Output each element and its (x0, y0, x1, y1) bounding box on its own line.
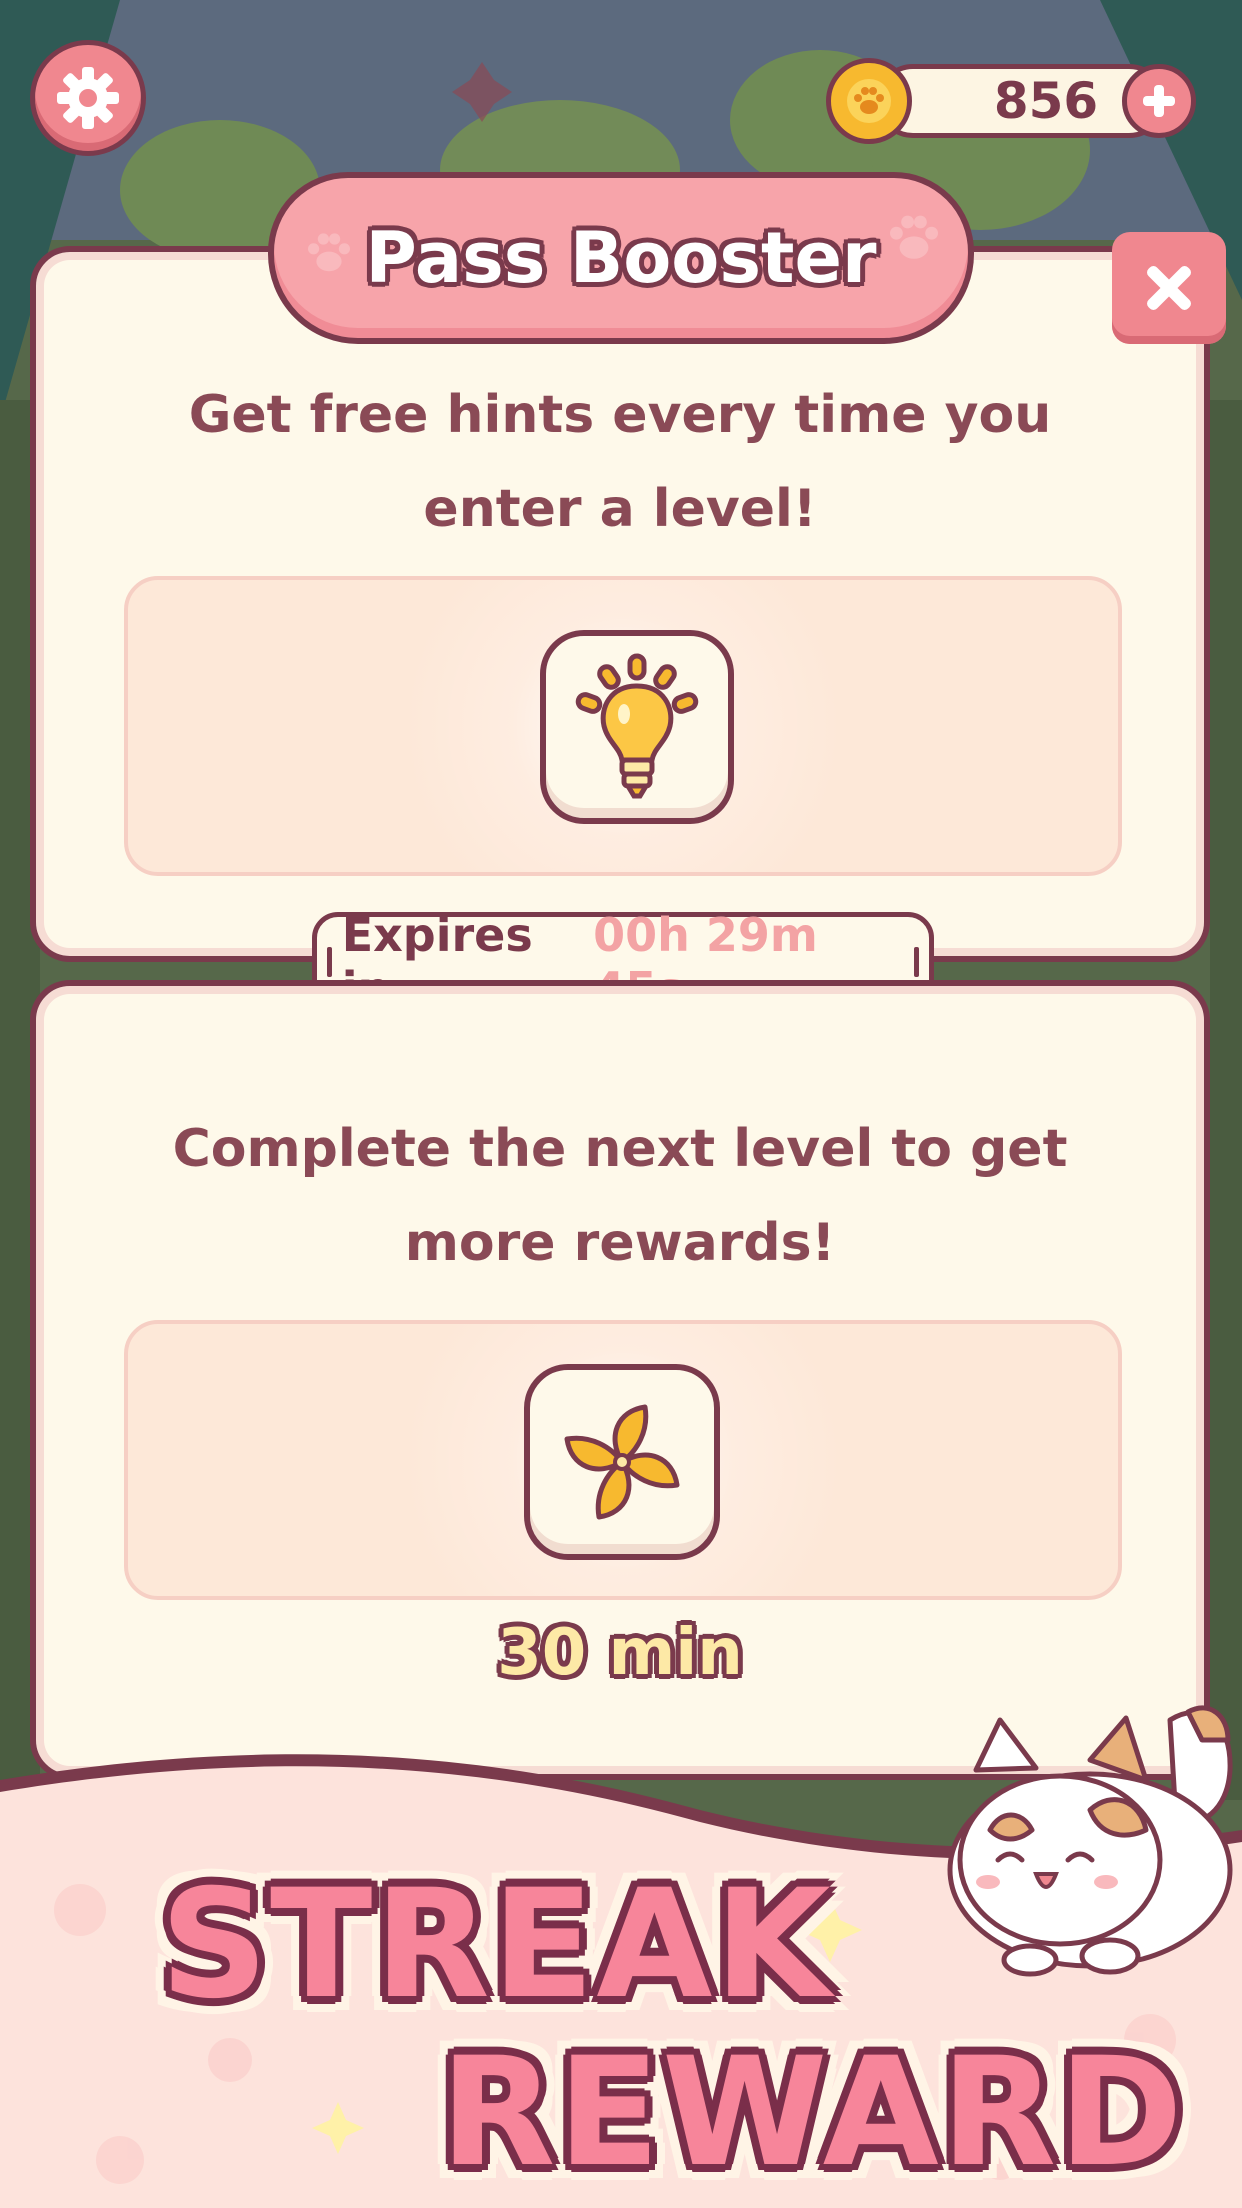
add-coins-button[interactable] (1122, 64, 1196, 138)
promo-title-line2: REWARD (440, 2026, 1185, 2200)
gear-icon (57, 67, 119, 129)
close-button[interactable] (1112, 232, 1226, 344)
hint-item-tile (540, 630, 734, 824)
coin-counter: 856 (826, 58, 1196, 144)
promo-title-line1: STREAK (160, 1858, 833, 2032)
tick-mark (327, 947, 332, 977)
pinwheel-item-tile (524, 1364, 720, 1560)
coin-balance: 856 (993, 72, 1099, 130)
streak-description: Complete the next level to get more rewa… (172, 1119, 1068, 1273)
close-icon (1147, 266, 1191, 310)
cat-mascot (947, 1705, 1233, 1977)
paw-coin-icon (826, 58, 912, 144)
tick-mark (914, 947, 919, 977)
booster-description: Get free hints every time you enter a le… (188, 385, 1052, 539)
settings-button[interactable] (30, 40, 146, 156)
paw-decoration-icon (308, 233, 350, 272)
dialog-title: Pass Booster (365, 217, 877, 299)
plus-icon (1143, 85, 1175, 117)
paw-decoration-icon (890, 215, 938, 259)
dialog-title-banner: Pass Booster (268, 172, 974, 344)
lightbulb-icon (575, 653, 699, 799)
pinwheel-icon (564, 1404, 680, 1520)
